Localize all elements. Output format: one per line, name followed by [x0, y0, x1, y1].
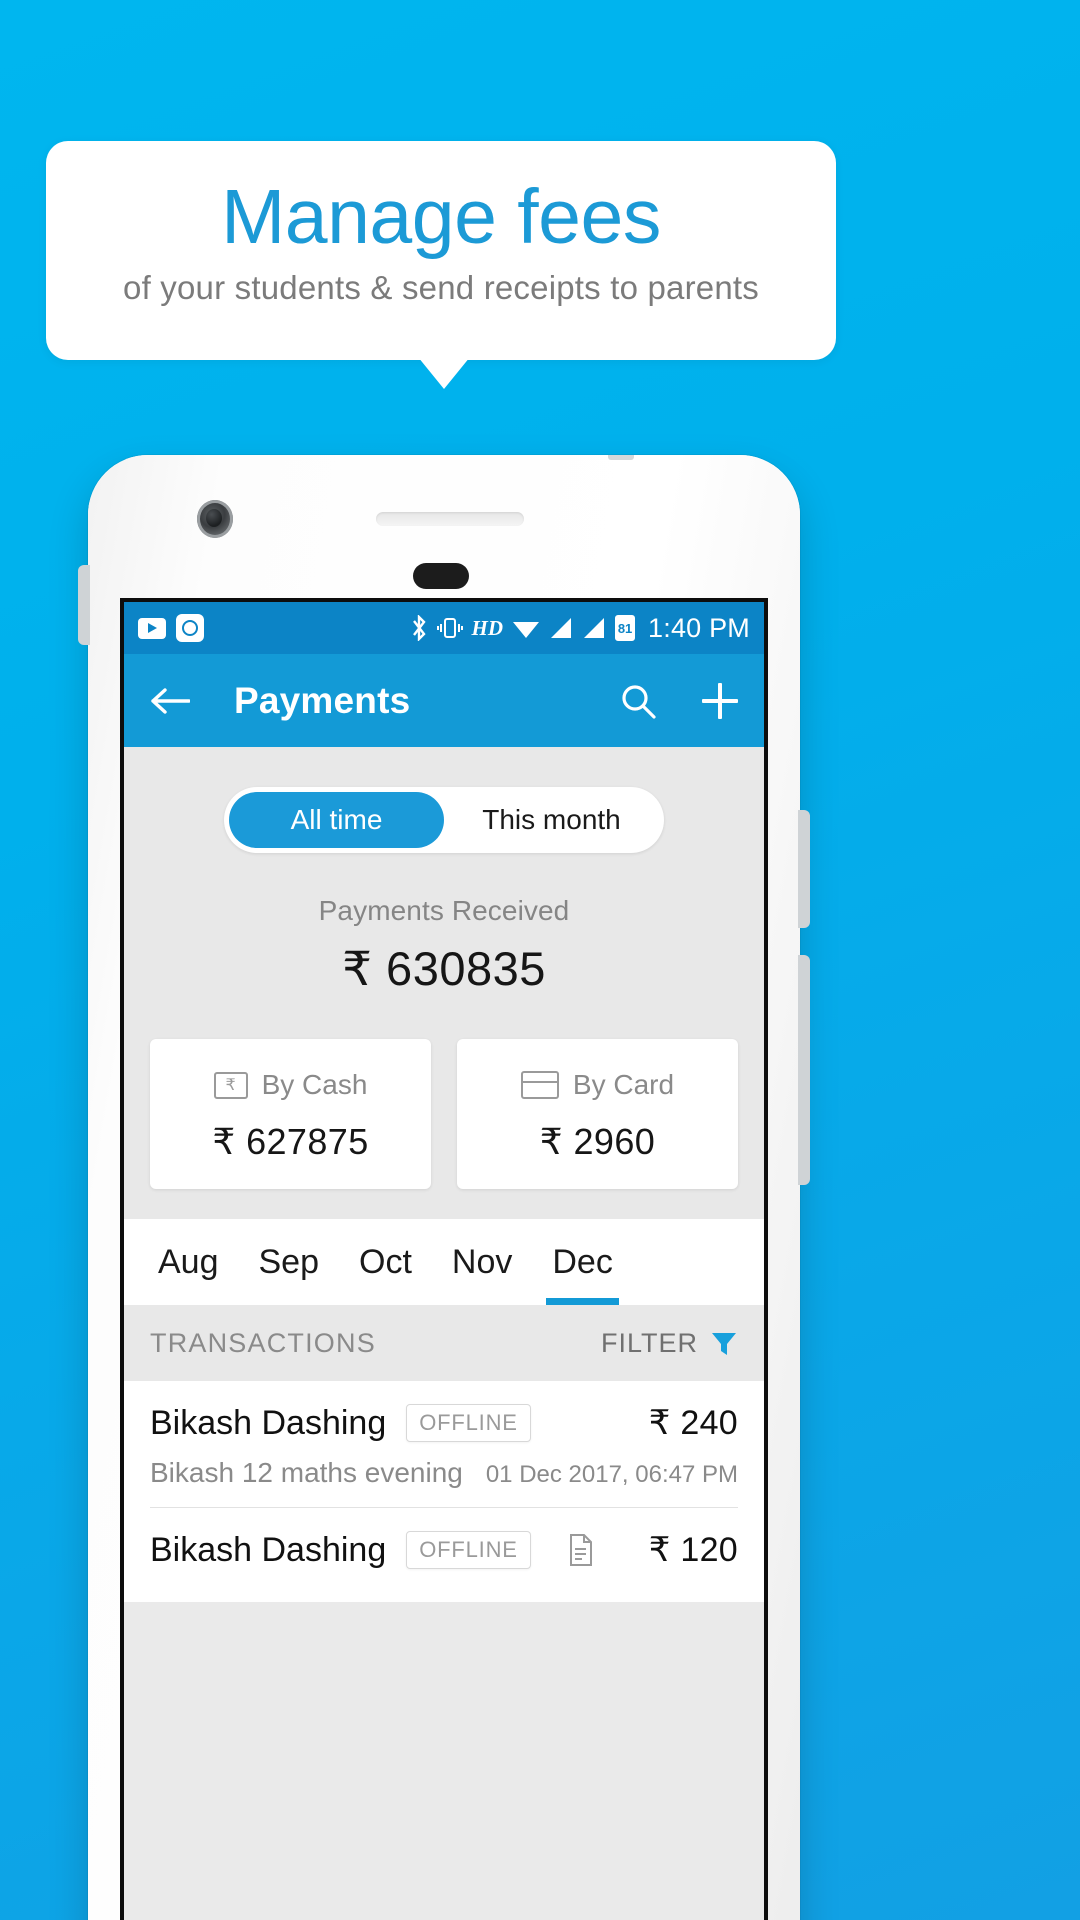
camera-icon	[176, 614, 204, 642]
signal-icon	[549, 617, 573, 639]
status-bar: HD 81 1:40 PM	[124, 602, 764, 654]
promo-screenshot: Manage fees of your students & send rece…	[0, 0, 1080, 1920]
by-card-amount: ₹ 2960	[539, 1121, 656, 1162]
status-bar-clock: 1:40 PM	[648, 612, 750, 643]
front-camera-icon	[197, 500, 233, 538]
transaction-primary-line: Bikash Dashing OFFLINE ₹ 120	[150, 1530, 738, 1570]
promo-headline: Manage fees	[221, 174, 661, 260]
transaction-amount: ₹ 240	[648, 1404, 738, 1442]
by-cash-card[interactable]: ₹ By Cash ₹ 627875	[150, 1039, 431, 1189]
phone-side-button-left	[78, 565, 90, 645]
phone-screen: HD 81 1:40 PM Payments All time This mon…	[120, 598, 768, 1920]
by-card-card-header: By Card	[457, 1069, 738, 1101]
by-cash-amount: ₹ 627875	[212, 1121, 369, 1162]
transaction-student-name: Bikash Dashing	[150, 1403, 387, 1442]
month-tab-oct[interactable]: Oct	[339, 1219, 432, 1305]
signal-icon	[582, 617, 606, 639]
transaction-amount: ₹ 120	[648, 1531, 738, 1569]
transactions-list: Bikash Dashing OFFLINE ₹ 240 Bikash 12 m…	[124, 1381, 764, 1602]
app-bar-actions	[620, 682, 738, 719]
by-card-card[interactable]: By Card ₹ 2960	[457, 1039, 738, 1189]
payment-breakdown-cards: ₹ By Cash ₹ 627875 By Card ₹ 2960	[124, 1039, 764, 1189]
summary-section: All time This month Payments Received ₹ …	[124, 747, 764, 1219]
promo-subheadline: of your students & send receipts to pare…	[123, 269, 759, 306]
status-badge: OFFLINE	[406, 1404, 531, 1442]
transaction-primary-line: Bikash Dashing OFFLINE ₹ 240	[150, 1403, 738, 1443]
month-tab-aug[interactable]: Aug	[138, 1219, 239, 1305]
credit-card-icon	[520, 1071, 559, 1099]
vibrate-icon	[436, 616, 463, 640]
hd-icon: HD	[471, 615, 504, 640]
promo-callout-tail	[418, 357, 470, 389]
transactions-section-title: TRANSACTIONS	[150, 1327, 376, 1358]
phone-side-button-volume	[798, 955, 810, 1185]
app-bar: Payments	[124, 654, 764, 747]
page-title: Payments	[234, 679, 411, 721]
by-card-label: By Card	[572, 1069, 675, 1100]
payments-received-label: Payments Received	[318, 895, 570, 926]
earpiece-speaker	[376, 512, 524, 526]
bluetooth-icon	[410, 615, 428, 641]
proximity-sensor	[413, 563, 469, 589]
wifi-icon	[512, 617, 540, 639]
search-icon[interactable]	[620, 683, 656, 719]
transaction-batch-name: Bikash 12 maths evening	[150, 1457, 463, 1488]
month-tab-nov[interactable]: Nov	[432, 1219, 532, 1305]
transactions-header: TRANSACTIONS FILTER	[124, 1305, 764, 1381]
back-arrow-icon[interactable]	[150, 685, 191, 717]
filter-label: FILTER	[600, 1327, 698, 1358]
phone-top-notch	[608, 455, 634, 460]
transaction-student-name: Bikash Dashing	[150, 1530, 387, 1569]
month-tab-dec[interactable]: Dec	[532, 1219, 632, 1305]
by-cash-label: By Cash	[261, 1069, 368, 1100]
month-tab-sep[interactable]: Sep	[239, 1219, 340, 1305]
receipt-document-icon[interactable]	[568, 1534, 594, 1566]
phone-device: HD 81 1:40 PM Payments All time This mon…	[78, 455, 810, 1920]
status-bar-notifications	[138, 614, 204, 642]
segment-all-time[interactable]: All time	[229, 792, 444, 848]
status-badge: OFFLINE	[406, 1531, 531, 1569]
add-payment-button[interactable]	[702, 682, 738, 719]
promo-callout-bubble: Manage fees of your students & send rece…	[46, 141, 836, 360]
filter-button[interactable]: FILTER	[601, 1328, 738, 1359]
battery-icon: 81	[615, 615, 636, 641]
youtube-icon	[138, 617, 166, 639]
transaction-secondary-line: Bikash 12 maths evening 01 Dec 2017, 06:…	[150, 1457, 738, 1508]
rupee-note-icon: ₹	[213, 1071, 248, 1099]
payments-received-amount: ₹ 630835	[342, 942, 546, 995]
table-row[interactable]: Bikash Dashing OFFLINE ₹ 120	[124, 1508, 764, 1602]
month-tabs: Aug Sep Oct Nov Dec	[124, 1219, 764, 1305]
by-cash-card-header: ₹ By Cash	[150, 1069, 431, 1101]
status-bar-system-icons: HD 81 1:40 PM	[410, 613, 750, 644]
segment-this-month[interactable]: This month	[444, 792, 659, 848]
table-row[interactable]: Bikash Dashing OFFLINE ₹ 240 Bikash 12 m…	[124, 1381, 764, 1508]
time-range-segmented-control: All time This month	[224, 787, 664, 853]
transaction-secondary-line	[150, 1584, 738, 1602]
funnel-icon	[710, 1329, 738, 1357]
transaction-datetime: 01 Dec 2017, 06:47 PM	[485, 1461, 738, 1488]
phone-side-button-power	[798, 810, 810, 928]
